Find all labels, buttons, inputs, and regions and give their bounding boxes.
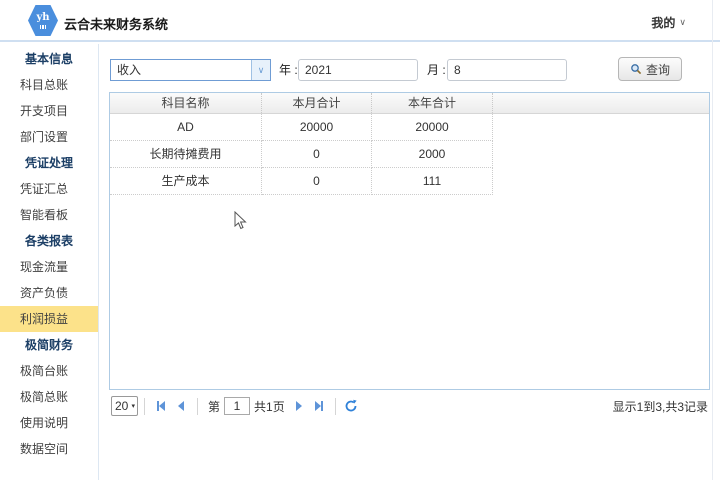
pager-separator [144,398,145,415]
column-header-month-total[interactable]: 本月合计 [262,93,372,113]
page-size-value: 20 [115,399,128,413]
sidebar-item-balance-sheet[interactable]: 资产负债 [0,280,98,306]
column-header-filler [493,93,709,113]
sidebar-item-data-space[interactable]: 数据空间 [0,436,98,462]
sidebar-item-cash-flow[interactable]: 现金流量 [0,254,98,280]
table-row[interactable]: 长期待摊费用 0 2000 [110,141,494,168]
next-page-button[interactable] [289,396,309,416]
right-edge-divider [712,0,713,480]
datagrid-header: 科目名称 本月合计 本年合计 [110,93,709,114]
main-content: 收入 ∨ 年 : 月 : 查询 科目名称 本月合计 本年合计 AD 20000 … [100,44,720,480]
table-row[interactable]: AD 20000 20000 [110,114,494,141]
sidebar-item-voucher-summary[interactable]: 凭证汇总 [0,176,98,202]
sidebar-item-simple-ledger[interactable]: 极简台账 [0,358,98,384]
cell-month-total: 0 [262,141,372,168]
refresh-button[interactable] [344,399,358,413]
prev-page-button[interactable] [171,396,191,416]
cell-subject-name: 长期待摊费用 [110,141,262,168]
sidebar-category-reports: 各类报表 [0,228,98,254]
cell-subject-name: AD [110,114,262,141]
logo-text: yh [36,13,49,23]
last-page-button[interactable] [309,396,329,416]
search-button-label: 查询 [646,61,670,78]
page-prefix-label: 第 [208,398,220,415]
cell-month-total: 20000 [262,114,372,141]
cell-month-total: 0 [262,168,372,195]
datagrid: 科目名称 本月合计 本年合计 AD 20000 20000 长期待摊费用 0 2… [109,92,710,390]
column-header-subject-name[interactable]: 科目名称 [110,93,262,113]
sidebar-item-profit-loss[interactable]: 利润损益 [0,306,98,332]
page-number-input[interactable] [224,397,250,415]
search-button[interactable]: 查询 [618,57,682,81]
sidebar-category-basic-info: 基本信息 [0,46,98,72]
sidebar: 基本信息 科目总账 开支项目 部门设置 凭证处理 凭证汇总 智能看板 各类报表 … [0,44,99,480]
pager-separator [335,398,336,415]
page-suffix-label: 共1页 [254,398,285,415]
cell-subject-name: 生产成本 [110,168,262,195]
chevron-down-icon: ∨ [679,17,686,28]
pager-separator [197,398,198,415]
refresh-icon [344,399,358,413]
sidebar-item-simple-general-ledger[interactable]: 极简总账 [0,384,98,410]
chevron-down-icon[interactable]: ∨ [251,60,270,80]
prev-page-icon [178,401,184,411]
cell-year-total: 20000 [372,114,493,141]
sidebar-item-subject-ledger[interactable]: 科目总账 [0,72,98,98]
sidebar-item-smart-dashboard[interactable]: 智能看板 [0,202,98,228]
month-label: 月 : [427,59,446,81]
app-logo-icon: yh [28,5,58,36]
sidebar-item-usage-instructions[interactable]: 使用说明 [0,410,98,436]
next-page-icon [296,401,302,411]
first-page-button[interactable] [151,396,171,416]
table-row[interactable]: 生产成本 0 111 [110,168,494,195]
year-label: 年 : [279,59,298,81]
category-select-value: 收入 [111,60,251,80]
sidebar-item-expense-projects[interactable]: 开支项目 [0,98,98,124]
year-input[interactable] [298,59,418,81]
select-caret-icon: ▾ [131,402,135,410]
mouse-cursor [234,211,248,231]
category-select[interactable]: 收入 ∨ [110,59,271,81]
pager-summary: 显示1到3,共3记录 [613,398,708,415]
search-icon [630,63,642,75]
logo-marks [40,25,47,29]
page-size-select[interactable]: 20 ▾ [111,396,138,416]
app-title: 云合未来财务系统 [64,14,168,33]
user-menu-label: 我的 [651,14,675,31]
sidebar-category-voucher-processing: 凭证处理 [0,150,98,176]
cell-year-total: 2000 [372,141,493,168]
app-header: yh 云合未来财务系统 我的 ∨ [0,0,720,42]
sidebar-category-simple-finance: 极简财务 [0,332,98,358]
column-header-year-total[interactable]: 本年合计 [372,93,493,113]
month-input[interactable] [447,59,567,81]
cell-year-total: 111 [372,168,493,195]
pager: 20 ▾ 第 共1页 显示1到3,共3记录 [109,394,710,418]
user-menu[interactable]: 我的 ∨ [651,14,686,31]
sidebar-item-department-settings[interactable]: 部门设置 [0,124,98,150]
